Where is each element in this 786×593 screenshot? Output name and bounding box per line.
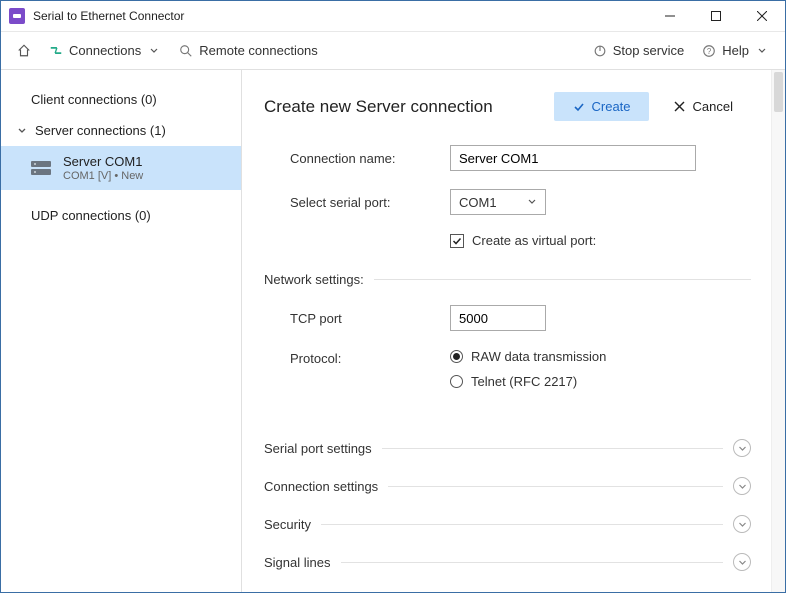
remote-connections-label: Remote connections xyxy=(199,43,318,58)
section-title: Serial port settings xyxy=(264,441,372,456)
radio-icon xyxy=(450,375,463,388)
titlebar: Serial to Ethernet Connector xyxy=(1,1,785,32)
section-title: Connection settings xyxy=(264,479,378,494)
sidebar-item-name: Server COM1 xyxy=(63,154,143,169)
main: Create new Server connection Create Canc… xyxy=(242,70,785,592)
toolbar: Connections Remote connections Stop serv… xyxy=(1,32,785,70)
protocol-label: Protocol: xyxy=(290,349,450,366)
help-menu[interactable]: ? Help xyxy=(696,39,775,62)
connection-name-input[interactable] xyxy=(450,145,696,171)
section-title: Security xyxy=(264,517,311,532)
chevron-down-icon xyxy=(733,439,751,457)
chevron-down-icon xyxy=(525,195,539,209)
radio-icon xyxy=(450,350,463,363)
connection-name-row: Connection name: xyxy=(264,145,751,171)
cancel-button-label: Cancel xyxy=(693,99,733,114)
section-title: Signal lines xyxy=(264,555,331,570)
chevron-down-icon xyxy=(15,124,29,138)
window-title: Serial to Ethernet Connector xyxy=(33,9,647,23)
power-icon xyxy=(593,44,607,58)
create-button-label: Create xyxy=(592,99,631,114)
tcp-port-input[interactable] xyxy=(450,305,546,331)
content-header: Create new Server connection Create Canc… xyxy=(264,92,751,121)
create-button[interactable]: Create xyxy=(554,92,649,121)
chevron-down-icon xyxy=(733,553,751,571)
chevron-down-icon xyxy=(755,44,769,58)
protocol-raw-radio[interactable]: RAW data transmission xyxy=(450,349,606,364)
serial-port-value: COM1 xyxy=(459,195,497,210)
svg-text:?: ? xyxy=(707,47,712,56)
check-icon xyxy=(572,100,586,114)
protocol-raw-label: RAW data transmission xyxy=(471,349,606,364)
section-security[interactable]: Security xyxy=(264,505,751,543)
remote-connections-button[interactable]: Remote connections xyxy=(173,39,324,62)
select-port-label: Select serial port: xyxy=(290,195,450,210)
sidebar-item-server-com1[interactable]: Server COM1 COM1 [V] • New xyxy=(1,146,241,190)
sidebar-group-client-label: Client connections (0) xyxy=(31,92,157,107)
content: Create new Server connection Create Canc… xyxy=(242,70,771,592)
connections-label: Connections xyxy=(69,43,141,58)
protocol-group: RAW data transmission Telnet (RFC 2217) xyxy=(450,349,606,389)
sidebar-item-meta: COM1 [V] • New xyxy=(63,170,143,182)
virtual-port-row: Create as virtual port: xyxy=(264,233,751,248)
sidebar-item-text: Server COM1 COM1 [V] • New xyxy=(63,154,143,182)
cancel-button[interactable]: Cancel xyxy=(655,92,751,121)
search-icon xyxy=(179,44,193,58)
chevron-down-icon xyxy=(147,44,161,58)
select-port-row: Select serial port: COM1 xyxy=(264,189,751,215)
protocol-telnet-label: Telnet (RFC 2217) xyxy=(471,374,577,389)
tcp-port-row: TCP port xyxy=(264,305,751,331)
close-icon xyxy=(673,100,687,114)
sidebar-group-server-label: Server connections (1) xyxy=(35,123,166,138)
section-connection-settings[interactable]: Connection settings xyxy=(264,467,751,505)
minimize-button[interactable] xyxy=(647,1,693,32)
body: Client connections (0) Server connection… xyxy=(1,70,785,592)
app-icon xyxy=(9,8,25,24)
virtual-port-label: Create as virtual port: xyxy=(472,233,596,248)
scrollbar-thumb[interactable] xyxy=(774,72,783,112)
home-icon xyxy=(17,44,31,58)
server-icon xyxy=(29,159,53,177)
serial-port-select[interactable]: COM1 xyxy=(450,189,546,215)
sidebar-group-server[interactable]: Server connections (1) xyxy=(1,115,241,146)
tcp-port-label: TCP port xyxy=(290,311,450,326)
help-icon: ? xyxy=(702,44,716,58)
protocol-row: Protocol: RAW data transmission Telnet (… xyxy=(264,349,751,389)
sidebar-group-udp[interactable]: UDP connections (0) xyxy=(1,200,241,231)
chevron-down-icon xyxy=(733,477,751,495)
section-signal-lines[interactable]: Signal lines xyxy=(264,543,751,581)
stop-service-button[interactable]: Stop service xyxy=(587,39,691,62)
connections-menu[interactable]: Connections xyxy=(43,39,167,62)
sidebar-group-udp-label: UDP connections (0) xyxy=(31,208,151,223)
app-window: Serial to Ethernet Connector Connections… xyxy=(0,0,786,593)
stop-service-label: Stop service xyxy=(613,43,685,58)
section-serial-port-settings[interactable]: Serial port settings xyxy=(264,429,751,467)
sidebar: Client connections (0) Server connection… xyxy=(1,70,242,592)
sidebar-group-client[interactable]: Client connections (0) xyxy=(1,84,241,115)
connections-icon xyxy=(49,44,63,58)
chevron-down-icon xyxy=(733,515,751,533)
virtual-port-checkbox[interactable] xyxy=(450,234,464,248)
scrollbar[interactable] xyxy=(771,70,785,592)
connection-name-label: Connection name: xyxy=(290,151,450,166)
home-button[interactable] xyxy=(11,40,37,62)
close-button[interactable] xyxy=(739,1,785,32)
protocol-telnet-radio[interactable]: Telnet (RFC 2217) xyxy=(450,374,606,389)
page-title: Create new Server connection xyxy=(264,97,554,117)
window-controls xyxy=(647,1,785,32)
help-label: Help xyxy=(722,43,749,58)
maximize-button[interactable] xyxy=(693,1,739,32)
network-settings-title: Network settings: xyxy=(264,272,751,287)
